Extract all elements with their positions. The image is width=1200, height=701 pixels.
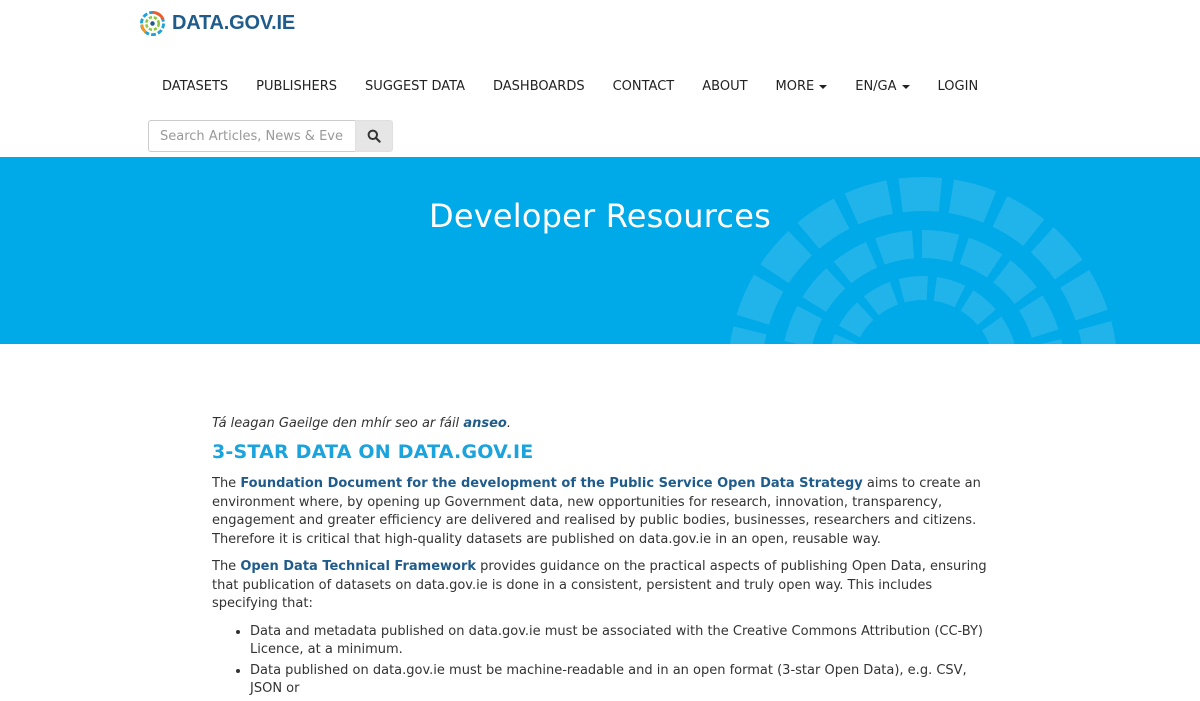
nav-item-suggest-data[interactable]: SUGGEST DATA <box>351 76 479 98</box>
list-item: Data published on data.gov.ie must be ma… <box>250 662 992 699</box>
irish-version-link[interactable]: anseo <box>463 416 507 431</box>
paragraph-text: The <box>212 559 241 574</box>
search-button[interactable] <box>355 120 393 152</box>
irish-language-note: Tá leagan Gaeilge den mhír seo ar fáil a… <box>212 415 992 434</box>
paragraph-framework: The Open Data Technical Framework provid… <box>212 558 992 614</box>
nav-language-label: EN/GA <box>855 79 897 94</box>
site-logo[interactable]: DATA.GOV.IE <box>139 10 295 37</box>
nav-item-more[interactable]: MORE <box>762 76 842 98</box>
logo-text: DATA.GOV.IE <box>172 12 296 34</box>
nav-item-contact[interactable]: CONTACT <box>599 76 689 98</box>
caret-down-icon <box>819 85 828 89</box>
irish-note-suffix: . <box>506 416 511 431</box>
requirements-list: Data and metadata published on data.gov.… <box>250 623 992 699</box>
nav-item-login[interactable]: LOGIN <box>924 76 993 98</box>
site-header: DATA.GOV.IE DATASETS PUBLISHERS SUGGEST … <box>0 0 1200 157</box>
hero-ring-decoration <box>730 177 1116 344</box>
list-item: Data and metadata published on data.gov.… <box>250 623 992 660</box>
caret-down-icon <box>901 85 910 89</box>
page-title: Developer Resources <box>429 197 771 235</box>
nav-item-about[interactable]: ABOUT <box>688 76 761 98</box>
search-icon <box>367 129 381 143</box>
main-content: Tá leagan Gaeilge den mhír seo ar fáil a… <box>212 415 992 701</box>
section-title: 3-STAR DATA ON DATA.GOV.IE <box>212 440 534 463</box>
search-bar <box>148 120 393 152</box>
technical-framework-link[interactable]: Open Data Technical Framework <box>240 559 476 574</box>
search-input[interactable] <box>148 120 355 152</box>
logo-ring-icon <box>139 10 166 37</box>
irish-note-text: Tá leagan Gaeilge den mhír seo ar fáil <box>212 416 464 431</box>
main-nav: DATASETS PUBLISHERS SUGGEST DATA DASHBOA… <box>148 76 992 98</box>
foundation-document-link[interactable]: Foundation Document for the development … <box>240 476 862 491</box>
nav-more-label: MORE <box>775 79 815 94</box>
nav-item-language[interactable]: EN/GA <box>841 76 923 98</box>
nav-item-publishers[interactable]: PUBLISHERS <box>242 76 351 98</box>
nav-item-dashboards[interactable]: DASHBOARDS <box>479 76 599 98</box>
paragraph-strategy: The Foundation Document for the developm… <box>212 475 992 549</box>
hero-banner: Developer Resources <box>0 157 1200 344</box>
paragraph-text: The <box>212 476 241 491</box>
nav-item-datasets[interactable]: DATASETS <box>148 76 242 98</box>
